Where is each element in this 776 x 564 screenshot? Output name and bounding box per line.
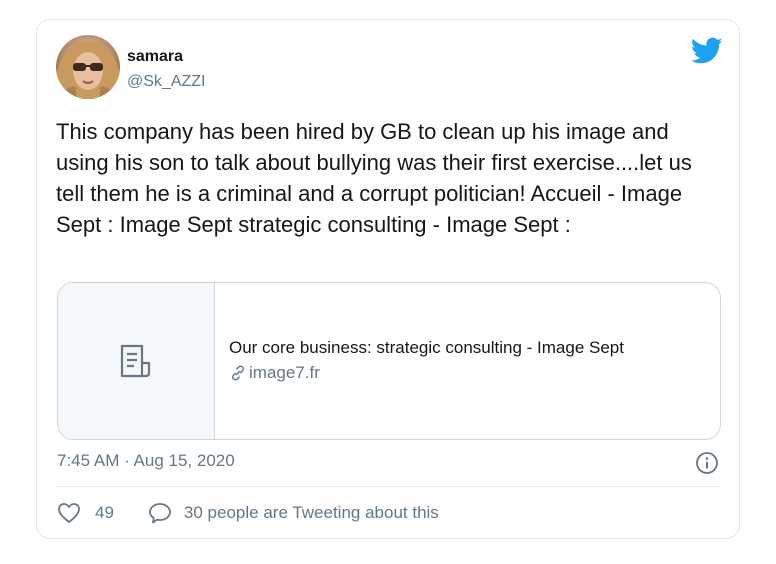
speech-bubble-icon: [149, 503, 171, 524]
avatar-photo: [56, 35, 120, 99]
info-icon[interactable]: [695, 451, 719, 475]
twitter-bird-icon[interactable]: [691, 37, 723, 65]
tweet-actions: 49 30 people are Tweeting about this: [57, 502, 439, 524]
document-icon: [120, 344, 151, 378]
avatar[interactable]: [56, 35, 120, 99]
tweet-text: This company has been hired by GB to cle…: [56, 119, 692, 237]
link-title: Our core business: strategic consulting …: [229, 338, 624, 357]
tweet-timestamp[interactable]: 7:45 AM · Aug 15, 2020: [57, 451, 235, 471]
like-count: 49: [95, 503, 114, 522]
link-icon: [231, 365, 245, 381]
author-name[interactable]: samara: [127, 48, 183, 66]
link-preview-card[interactable]: Our core business: strategic consulting …: [57, 282, 721, 440]
like-button[interactable]: 49: [57, 502, 114, 524]
reply-button[interactable]: 30 people are Tweeting about this: [148, 502, 439, 524]
link-domain-row: image7.fr: [229, 360, 624, 386]
tweeting-about-text: 30 people are Tweeting about this: [183, 503, 439, 522]
divider: [57, 486, 721, 487]
link-thumbnail: [58, 283, 215, 439]
link-domain: image7.fr: [249, 363, 320, 382]
heart-icon: [58, 503, 80, 523]
author-handle[interactable]: @Sk_AZZI: [127, 73, 205, 91]
link-body: Our core business: strategic consulting …: [215, 283, 624, 439]
tweet-card: samara @Sk_AZZI This company has been hi…: [36, 19, 740, 539]
